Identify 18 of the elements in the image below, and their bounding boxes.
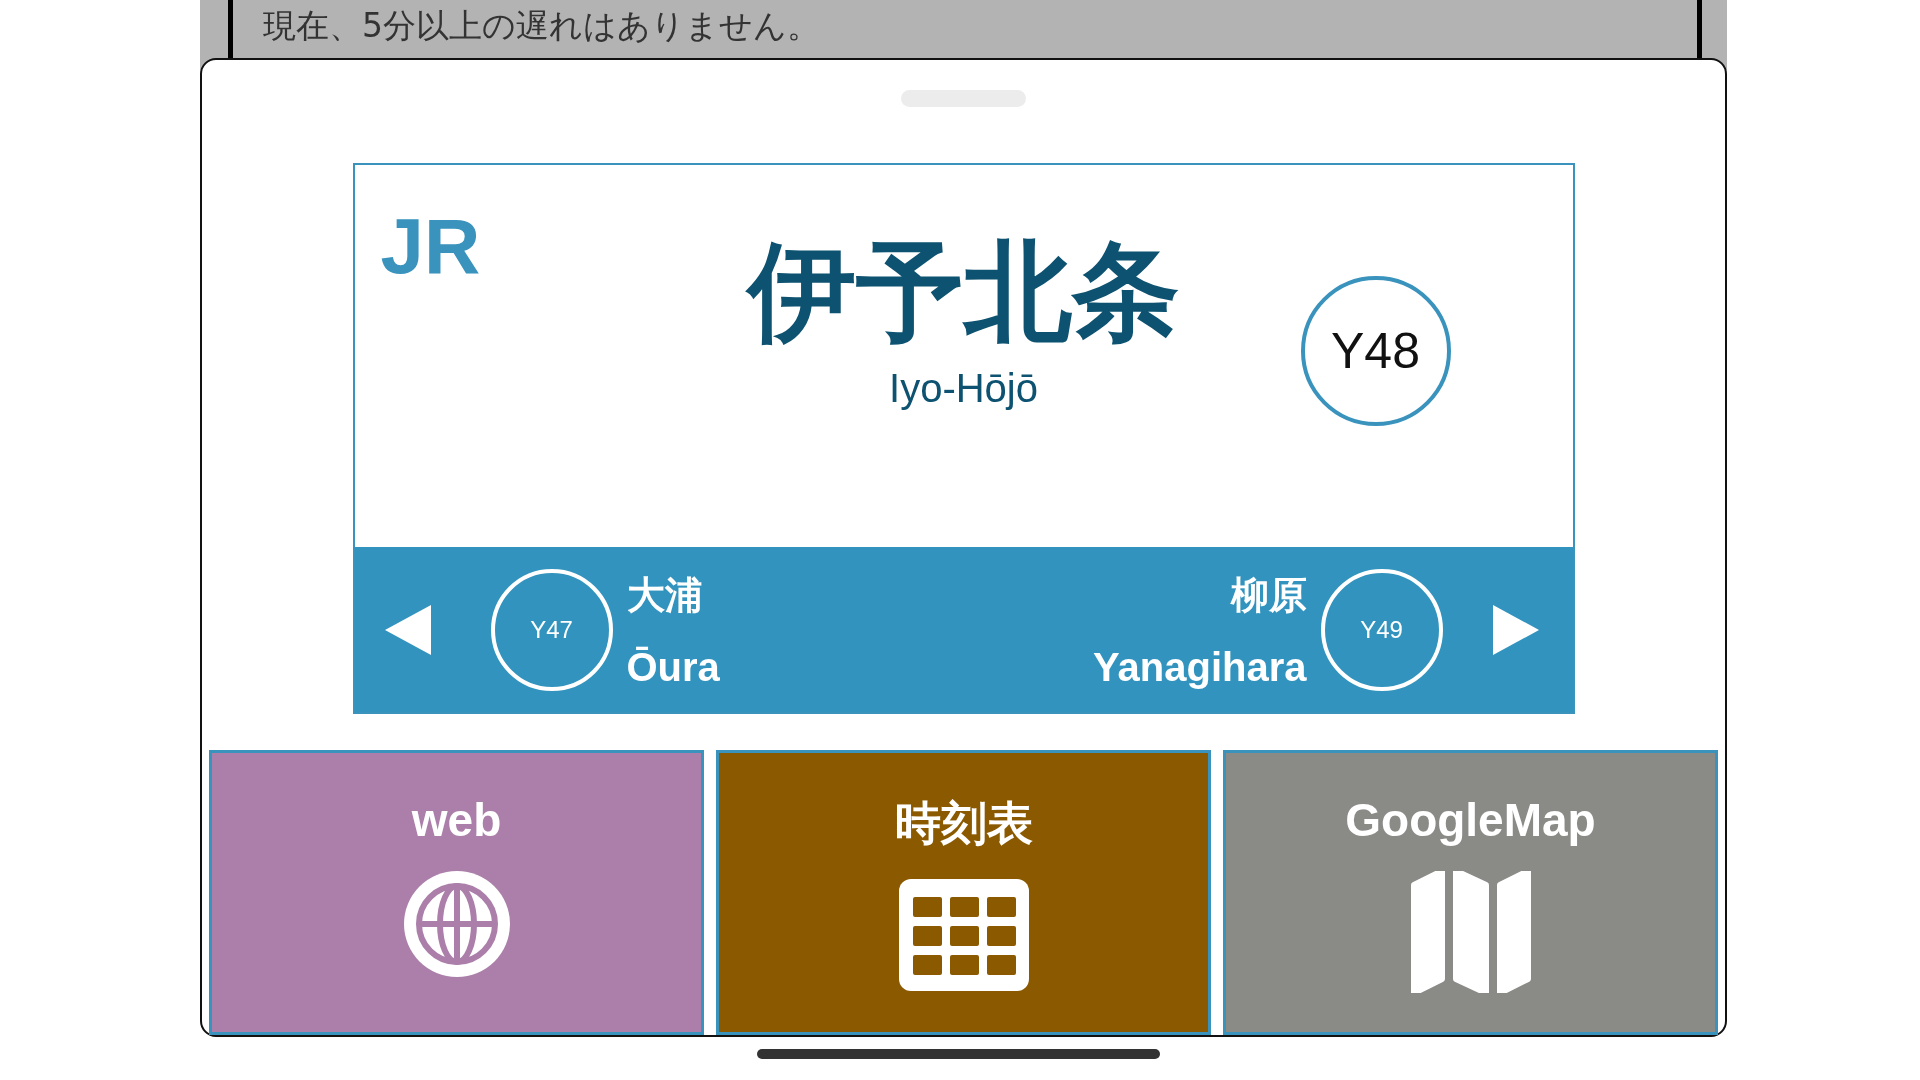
map-tile-button[interactable]: GoogleMap (1223, 750, 1718, 1035)
station-number: Y47 (490, 568, 613, 691)
globe-tile-button[interactable]: web (209, 750, 704, 1035)
station-romaji: Iyo-Hōjō (889, 365, 1038, 411)
operator-logo: JR (380, 202, 481, 290)
table-tile-button[interactable]: 時刻表 (716, 750, 1211, 1035)
globe-icon (403, 871, 510, 977)
next-station-romaji: Yanagihara (1093, 644, 1307, 690)
station-number: Y48 (1300, 276, 1451, 426)
next-station-name: 柳原 (1230, 571, 1307, 619)
station-name: 伊予北条 (747, 233, 1180, 352)
table-grid-icon (898, 879, 1029, 991)
station-number: Y49 (1320, 568, 1443, 691)
previous-station-romaji: Ōura (626, 644, 720, 690)
previous-station-arrow[interactable] (384, 604, 431, 655)
next-station-arrow[interactable] (1492, 604, 1539, 655)
previous-station-name: 大浦 (626, 571, 704, 619)
delay-notice: 現在、5分以上の遅れはありません。 (263, 5, 820, 47)
